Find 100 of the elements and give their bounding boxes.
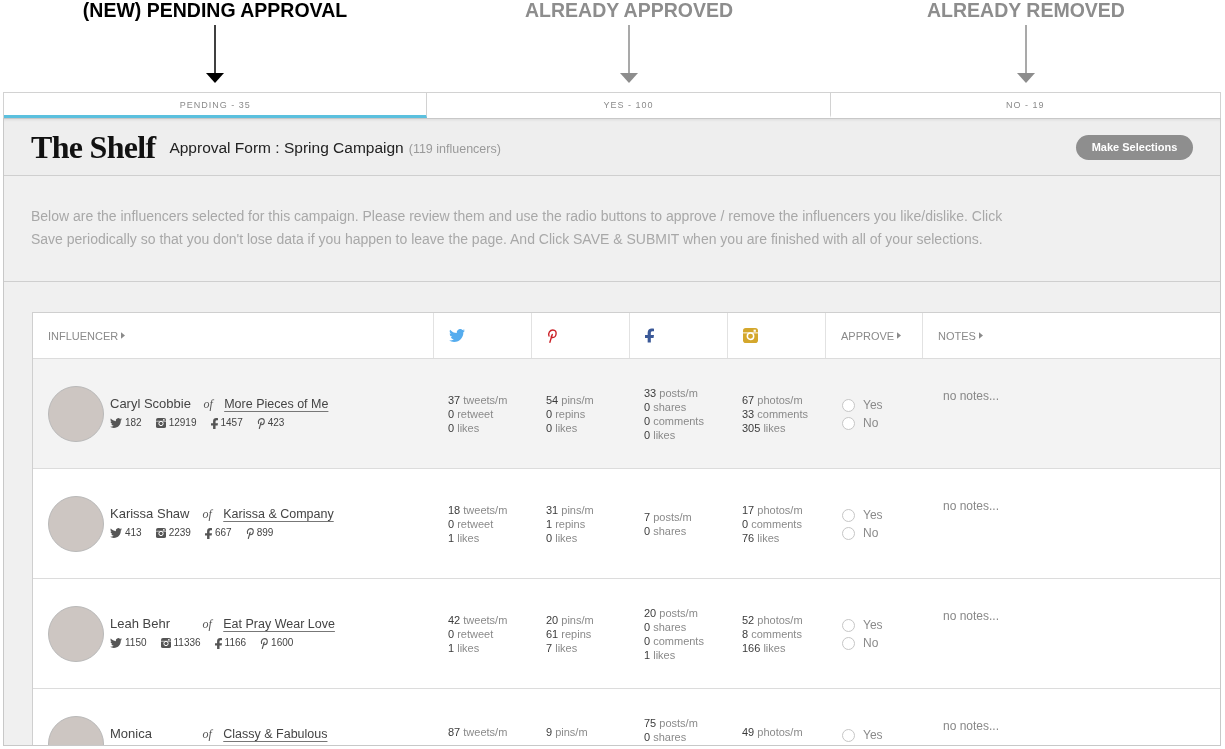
column-header[interactable]: APPROVE bbox=[841, 329, 902, 342]
radio-label[interactable]: No bbox=[863, 525, 879, 541]
influencer-byline: Caryl Scobbie of More Pieces of Me bbox=[110, 395, 329, 413]
annotation-label: ALREADY REMOVED bbox=[927, 0, 1125, 20]
radio-button[interactable] bbox=[842, 618, 855, 632]
stat-line: 166 likes bbox=[742, 641, 787, 655]
stat-line: 8 comments bbox=[742, 627, 803, 641]
stat-line: 76 likes bbox=[742, 531, 781, 545]
stat-line: 20 pins/m bbox=[546, 613, 595, 627]
stat-line: 75 posts/m bbox=[644, 716, 699, 730]
blog-link[interactable]: Karissa & Company bbox=[223, 507, 334, 521]
stat-line: 54 pins/m bbox=[546, 393, 595, 407]
radio-button[interactable] bbox=[842, 416, 855, 430]
stat-line: 33 posts/m bbox=[644, 386, 699, 400]
stat-line: 0 likes bbox=[448, 421, 481, 435]
radio-label[interactable]: Yes bbox=[863, 397, 883, 413]
radio-label[interactable]: Yes bbox=[863, 507, 883, 523]
stat-line: 0 likes bbox=[546, 421, 579, 435]
camera-icon bbox=[743, 328, 758, 343]
bird-icon bbox=[110, 418, 122, 428]
stat-line: 0 retweet bbox=[448, 407, 495, 421]
influencer-byline: Leah Behr of Eat Pray Wear Love bbox=[110, 615, 335, 633]
column-header[interactable]: NOTES bbox=[938, 329, 983, 342]
stat-line: 37 tweets/m bbox=[448, 393, 509, 407]
p-logo-icon bbox=[547, 328, 557, 343]
stat-line: 87 tweets/m bbox=[448, 725, 509, 739]
follower-count: 182 bbox=[125, 416, 142, 430]
p-logo-icon bbox=[245, 527, 254, 539]
radio-button[interactable] bbox=[842, 508, 855, 522]
blog-link[interactable]: Eat Pray Wear Love bbox=[223, 617, 335, 631]
stat-line: 0 shares bbox=[644, 524, 688, 538]
radio-label[interactable]: Yes bbox=[863, 727, 883, 743]
instructions-text: Below are the influencers selected for this campaign. Please review them and use the radio buttons to approve / remove the influencers you like/dislike. Click Save periodically so that you don't lose data if you happen to leave the page. And Click SAVE & SUBMIT when you are finished with all of your selections. bbox=[31, 207, 1004, 249]
f-logo-icon bbox=[204, 527, 212, 539]
stat-line: 0 comments bbox=[644, 634, 705, 648]
column-header[interactable]: INFLUENCER bbox=[48, 329, 126, 342]
stat-line: 1 repins bbox=[546, 517, 587, 531]
stat-line: 1 likes bbox=[448, 641, 481, 655]
follower-count: 423 bbox=[267, 416, 285, 430]
follower-count: 667 bbox=[214, 526, 232, 540]
f-logo-icon bbox=[645, 328, 654, 343]
notes-text: no notes... bbox=[943, 499, 1000, 513]
f-logo-icon bbox=[214, 637, 222, 649]
radio-label[interactable]: Yes bbox=[863, 617, 883, 633]
stat-line: 0 shares bbox=[644, 620, 688, 634]
stat-line: 0 comments bbox=[742, 517, 803, 531]
p-logo-icon bbox=[256, 417, 265, 429]
make-selections-button[interactable]: Make Selections bbox=[1076, 134, 1193, 160]
stat-line: 33 comments bbox=[742, 407, 810, 421]
stat-line: 305 likes bbox=[742, 421, 787, 435]
blog-link[interactable]: More Pieces of Me bbox=[224, 397, 329, 411]
radio-button[interactable] bbox=[842, 636, 855, 650]
stat-line: 20 posts/m bbox=[644, 606, 699, 620]
blog-link[interactable]: Classy & Fabulous bbox=[223, 727, 328, 741]
follower-count: 11336 bbox=[173, 636, 201, 650]
camera-icon bbox=[155, 528, 166, 538]
camera-icon bbox=[160, 638, 171, 648]
caret-icon bbox=[978, 332, 983, 339]
follower-count: 12919 bbox=[168, 416, 197, 430]
notes-text: no notes... bbox=[943, 609, 1000, 623]
stat-line: 0 shares bbox=[644, 730, 688, 744]
form-title: Approval Form : Spring Campaign bbox=[169, 138, 404, 157]
radio-button[interactable] bbox=[842, 398, 855, 412]
radio-button[interactable] bbox=[842, 728, 855, 742]
bird-icon bbox=[449, 329, 465, 342]
stat-line: 17 photos/m bbox=[742, 503, 804, 517]
stat-line: 9 pins/m bbox=[546, 725, 589, 739]
bird-icon bbox=[110, 528, 122, 538]
logo: The Shelf bbox=[31, 131, 156, 163]
f-logo-icon bbox=[210, 417, 218, 429]
tab[interactable]: PENDING - 35 bbox=[4, 93, 428, 118]
notes-text: no notes... bbox=[943, 389, 1000, 403]
stat-line: 61 repins bbox=[546, 627, 593, 641]
stat-line: 1 likes bbox=[448, 531, 481, 545]
influencer-byline: Karissa Shaw of Karissa & Company bbox=[110, 505, 334, 523]
stat-line: 0 comments bbox=[644, 414, 705, 428]
follower-count: 1600 bbox=[271, 636, 294, 650]
stat-line: 0 repins bbox=[546, 407, 587, 421]
stat-line: 49 photos/m bbox=[742, 725, 804, 739]
camera-icon bbox=[155, 418, 166, 428]
stat-line: 7 posts/m bbox=[644, 510, 693, 524]
stat-line: 67 photos/m bbox=[742, 393, 804, 407]
bird-icon bbox=[110, 638, 122, 648]
avatar-placeholder bbox=[48, 386, 104, 442]
follower-count: 1457 bbox=[220, 416, 243, 430]
stat-line: 52 photos/m bbox=[742, 613, 804, 627]
stat-line: 31 pins/m bbox=[546, 503, 595, 517]
influencer-count: (119 influencers) bbox=[408, 140, 501, 156]
radio-label[interactable]: No bbox=[863, 415, 879, 431]
follower-count: 2239 bbox=[168, 526, 191, 540]
stat-line: 42 tweets/m bbox=[448, 613, 509, 627]
annotation-label: (NEW) PENDING APPROVAL bbox=[82, 0, 348, 20]
stat-line: 0 likes bbox=[644, 428, 677, 442]
radio-button[interactable] bbox=[842, 526, 855, 540]
radio-label[interactable]: No bbox=[863, 635, 879, 651]
avatar-placeholder bbox=[48, 496, 104, 552]
follower-count: 1150 bbox=[125, 636, 147, 650]
stat-line: 0 retweet bbox=[448, 517, 495, 531]
stat-line: 0 retweet bbox=[448, 627, 495, 641]
caret-icon bbox=[897, 332, 902, 339]
